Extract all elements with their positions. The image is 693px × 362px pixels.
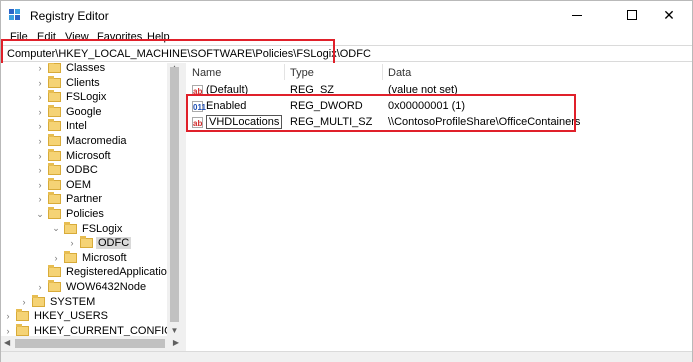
chevron-right-icon[interactable]: ›: [3, 326, 13, 336]
chevron-right-icon[interactable]: ›: [51, 253, 61, 263]
tree-item-label: Partner: [66, 193, 103, 206]
tree-item-label: Clients: [66, 76, 100, 89]
folder-icon: [16, 323, 29, 336]
tree-item-label: Macromedia: [66, 135, 127, 147]
values-highlight-box: [186, 94, 576, 132]
column-data-header[interactable]: Data: [388, 67, 411, 79]
scroll-thumb-horizontal[interactable]: [15, 339, 165, 348]
chevron-right-icon[interactable]: ›: [35, 151, 45, 161]
folder-icon: [48, 90, 61, 103]
chevron-right-icon[interactable]: ›: [35, 136, 45, 146]
tree-item[interactable]: › Microsoft: [51, 250, 129, 265]
key-tree: › Classes › Clients › FSLogix › Google › Intel › Ma…: [1, 63, 182, 351]
folder-icon: [48, 177, 61, 190]
chevron-right-icon[interactable]: ›: [35, 282, 45, 292]
tree-item[interactable]: ⌄ FSLogix: [51, 221, 124, 236]
tree-item[interactable]: › OEM: [35, 177, 93, 192]
folder-icon: [64, 250, 77, 263]
tree-item[interactable]: ⌄ Policies: [35, 207, 106, 221]
scroll-thumb[interactable]: [170, 67, 179, 322]
scroll-down-icon[interactable]: ▼: [167, 326, 182, 336]
registry-editor-window: Registry Editor ✕ File Edit View Favorit…: [0, 0, 693, 362]
tree-item[interactable]: › WOW6432Node: [35, 280, 148, 294]
tree-item[interactable]: › ODFC: [67, 236, 132, 250]
close-icon: ✕: [663, 6, 675, 23]
folder-icon: [48, 192, 61, 205]
folder-icon: [64, 221, 77, 234]
title-bar: Registry Editor ✕: [1, 1, 692, 29]
window-title: Registry Editor: [30, 9, 109, 23]
tree-item[interactable]: › SYSTEM: [19, 294, 97, 309]
tree-item-label: HKEY_CURRENT_CONFIG: [34, 324, 173, 337]
tree-item[interactable]: › ODBC: [35, 163, 100, 177]
chevron-right-icon[interactable]: ›: [35, 63, 45, 73]
tree-item[interactable]: RegisteredApplications: [35, 265, 181, 279]
scroll-left-icon[interactable]: ◀: [4, 338, 10, 347]
tree-item-label: Google: [66, 105, 102, 118]
folder-icon: [48, 163, 61, 176]
tree-item-label: Policies: [66, 208, 104, 220]
tree-item-label: SYSTEM: [50, 295, 96, 308]
maximize-icon: [627, 10, 637, 20]
folder-icon: [48, 280, 61, 292]
chevron-right-icon[interactable]: ›: [35, 92, 45, 102]
close-button[interactable]: ✕: [646, 1, 692, 29]
chevron-right-icon[interactable]: ›: [19, 297, 29, 307]
column-type-header[interactable]: Type: [290, 67, 314, 79]
chevron-right-icon[interactable]: ›: [35, 165, 45, 175]
folder-icon: [48, 148, 61, 161]
minimize-icon: [572, 14, 582, 16]
chevron-down-icon[interactable]: ⌄: [51, 223, 61, 234]
tree-item-label: Microsoft: [66, 149, 111, 162]
chevron-right-icon[interactable]: ›: [35, 107, 45, 117]
tree-item[interactable]: › FSLogix: [35, 90, 108, 104]
tree-item-label: ODFC: [96, 237, 132, 250]
chevron-right-icon[interactable]: ›: [35, 121, 45, 131]
folder-icon: [48, 104, 61, 117]
folder-icon: [80, 236, 93, 249]
tree-item-label: Classes: [66, 63, 106, 74]
chevron-right-icon[interactable]: ›: [35, 180, 45, 190]
tree-item[interactable]: › Classes: [35, 63, 107, 75]
chevron-down-icon[interactable]: ⌄: [35, 209, 45, 220]
tree-item[interactable]: › Google: [35, 104, 103, 119]
regedit-icon: [9, 9, 23, 22]
tree-item-label: ODBC: [66, 164, 98, 177]
folder-icon: [48, 207, 61, 219]
tree-item-label: Intel: [66, 120, 87, 133]
folder-icon: [48, 265, 61, 278]
chevron-right-icon[interactable]: ›: [67, 238, 77, 248]
tree-item[interactable]: › Intel: [35, 119, 89, 133]
folder-icon: [48, 75, 61, 88]
chevron-right-icon[interactable]: ›: [3, 311, 13, 321]
tree-item-label: FSLogix: [82, 222, 123, 235]
status-bar: [1, 351, 692, 362]
column-separator[interactable]: [382, 64, 383, 80]
tree-item[interactable]: › Macromedia: [35, 134, 129, 148]
tree-item-label: WOW6432Node: [66, 281, 147, 293]
tree-vertical-scrollbar[interactable]: ▲ ▼: [167, 63, 182, 336]
tree-item-label: Microsoft: [82, 251, 127, 264]
scroll-right-icon[interactable]: ▶: [173, 338, 179, 347]
tree-item[interactable]: › HKEY_USERS: [3, 309, 110, 323]
tree-item[interactable]: › Microsoft: [35, 148, 113, 163]
folder-icon: [16, 309, 29, 322]
chevron-right-icon[interactable]: ›: [35, 78, 45, 88]
folder-icon: [48, 119, 61, 132]
tree-item-label: HKEY_USERS: [34, 310, 108, 323]
folder-icon: [48, 134, 61, 146]
column-separator[interactable]: [284, 64, 285, 80]
tree-item-label: FSLogix: [66, 91, 107, 104]
chevron-right-icon[interactable]: ›: [35, 194, 45, 204]
folder-icon: [48, 63, 61, 73]
tree-item-label: OEM: [66, 178, 92, 191]
tree-item[interactable]: › Clients: [35, 75, 102, 90]
minimize-button[interactable]: [554, 1, 600, 29]
tree-item[interactable]: › Partner: [35, 192, 104, 206]
column-name-header[interactable]: Name: [192, 67, 221, 79]
tree-horizontal-scrollbar[interactable]: ◀ ▶: [1, 336, 182, 351]
folder-icon: [32, 294, 45, 307]
tree-item-label: RegisteredApplications: [66, 266, 179, 279]
